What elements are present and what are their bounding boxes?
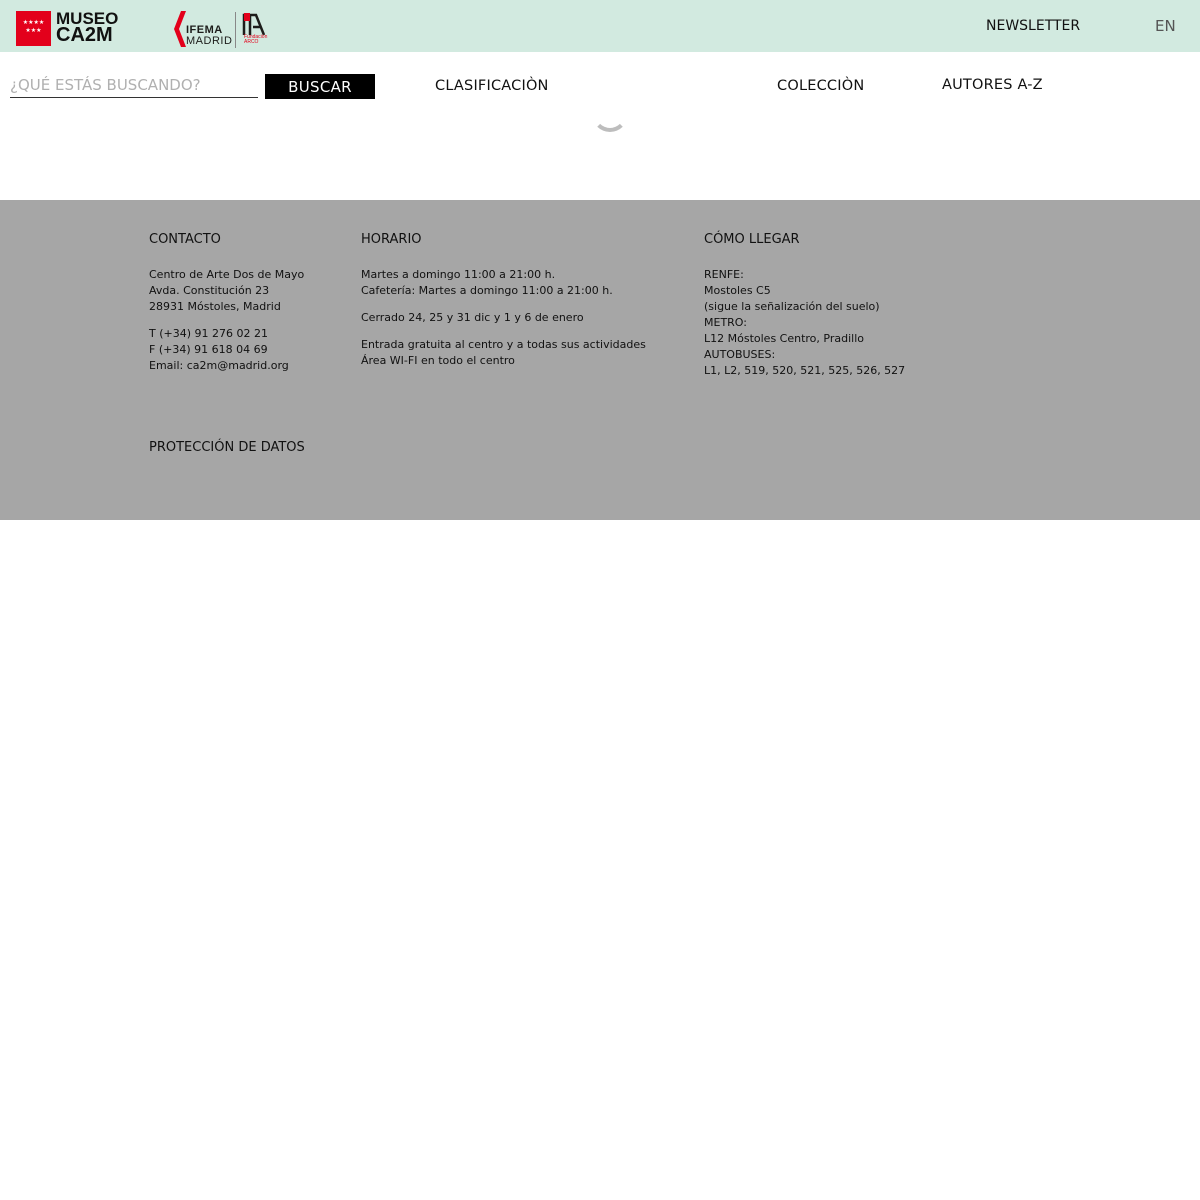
horario-extra: Área WI-FI en todo el centro [361,354,515,367]
top-header-bar: ★★★★ ★★★ MUSEO CA2M IFEMA MADRID Fundaci… [0,0,1200,52]
logo-ca2m-text: CA2M [56,24,113,46]
horario-line: Martes a domingo 11:00 a 21:00 h. [361,268,556,281]
newsletter-link[interactable]: NEWSLETTER [986,18,1080,34]
contacto-email[interactable]: Email: ca2m@madrid.org [149,358,304,374]
footer-contacto: CONTACTO Centro de Arte Dos de Mayo Avda… [149,232,304,374]
ifema-text: IFEMA MADRID [186,25,232,47]
como-llegar-line: RENFE: [704,268,744,281]
como-llegar-line: Mostoles C5 [704,284,771,297]
como-llegar-line: METRO: [704,316,747,329]
nav-clasificacion[interactable]: CLASIFICACIÒN [435,78,549,94]
como-llegar-title: CÓMO LLEGAR [704,232,800,247]
loading-spinner-icon [592,96,628,132]
ifema-slash-icon [174,11,186,47]
horario-extra: Entrada gratuita al centro y a todas sus… [361,338,646,351]
horario-title: HORARIO [361,232,422,247]
contacto-fax: F (+34) 91 618 04 69 [149,343,268,356]
contacto-title: CONTACTO [149,232,221,247]
horario-closed: Cerrado 24, 25 y 31 dic y 1 y 6 de enero [361,311,584,324]
como-llegar-line: AUTOBUSES: [704,348,776,361]
proteccion-datos-link[interactable]: PROTECCIÓN DE DATOS [149,440,305,455]
arco-subtitle: Fundación ARCO [244,34,268,45]
footer-horario: HORARIO Martes a domingo 11:00 a 21:00 h… [361,232,646,369]
ifema-line2: MADRID [186,35,233,47]
search-input[interactable] [10,73,258,98]
museo-ca2m-logo[interactable]: MUSEO CA2M [56,10,118,46]
arco-a-icon [242,13,266,35]
madrid-stars-icon: ★★★★ ★★★ [22,19,45,34]
contacto-address-line: 28931 Móstoles, Madrid [149,300,281,313]
search-button[interactable]: BUSCAR [265,74,375,99]
logo-divider [235,12,236,48]
ifema-madrid-logo[interactable]: IFEMA MADRID [174,11,232,49]
como-llegar-line: L1, L2, 519, 520, 521, 525, 526, 527 [704,364,906,377]
como-llegar-line: (sigue la señalización del suelo) [704,300,880,313]
footer-como-llegar: CÓMO LLEGAR RENFE: Mostoles C5 (sigue la… [704,232,905,379]
fundacion-arco-logo[interactable]: Fundación ARCO [242,11,268,49]
contacto-address-line: Centro de Arte Dos de Mayo [149,268,305,281]
como-llegar-line: L12 Móstoles Centro, Pradillo [704,332,864,345]
language-switch[interactable]: EN [1155,17,1176,35]
nav-coleccion[interactable]: COLECCIÒN [777,78,864,94]
contacto-address-line: Avda. Constitución 23 [149,284,270,297]
comunidad-madrid-logo[interactable]: ★★★★ ★★★ [16,11,51,46]
horario-line: Cafetería: Martes a domingo 11:00 a 21:0… [361,284,613,297]
nav-autores-az[interactable]: AUTORES A-Z [942,77,1043,93]
contacto-phone: T (+34) 91 276 02 21 [149,327,268,340]
